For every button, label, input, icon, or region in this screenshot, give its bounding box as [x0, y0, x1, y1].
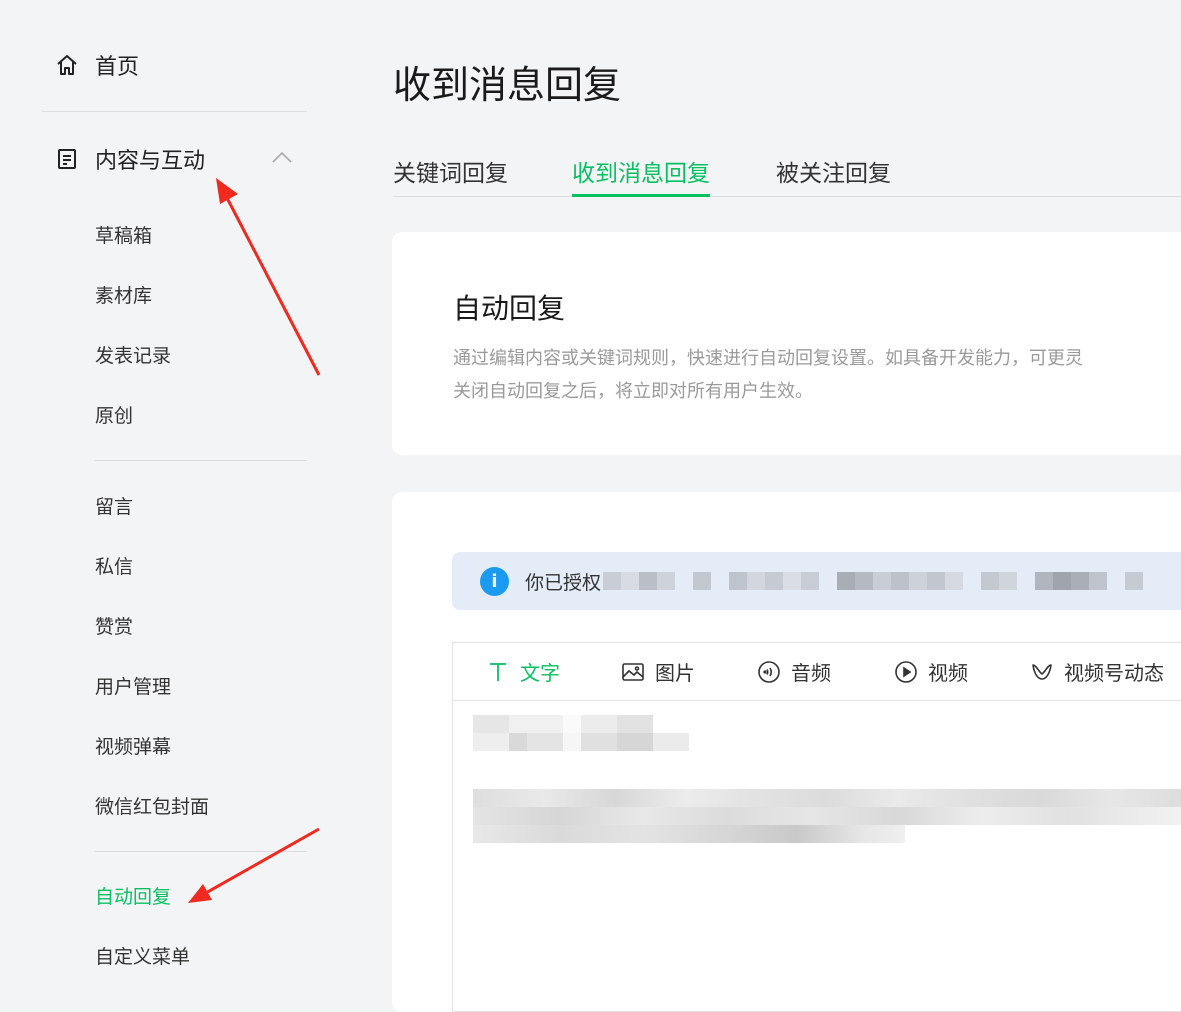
- image-icon: [622, 662, 644, 681]
- sidebar-item-label: 首页: [95, 55, 140, 80]
- sidebar-item-video-danmaku[interactable]: 视频弹幕: [95, 732, 171, 762]
- sidebar-item-messages[interactable]: 私信: [95, 552, 133, 582]
- sidebar-item-materials[interactable]: 素材库: [95, 281, 152, 311]
- sidebar: 首页 内容与互动 草稿箱 素材库 发表记录 原创 留言 私信 赞赏 用户管理 视…: [0, 0, 340, 993]
- sidebar-group-label: 内容与互动: [95, 149, 206, 174]
- editor-tab-label: 音频: [791, 661, 831, 685]
- editor-tab-video[interactable]: 视频: [894, 657, 968, 686]
- sidebar-group-content[interactable]: 内容与互动: [55, 140, 307, 178]
- sidebar-divider: [95, 460, 307, 461]
- notice-text: 你已授权: [525, 571, 602, 594]
- sidebar-divider: [42, 111, 307, 112]
- tab-keyword-reply[interactable]: 关键词回复: [393, 154, 508, 194]
- editor-tab-audio[interactable]: 音频: [757, 657, 831, 686]
- sidebar-item-original[interactable]: 原创: [95, 401, 133, 431]
- editor-tab-image[interactable]: 图片: [621, 657, 695, 686]
- audio-icon: [758, 660, 780, 683]
- sidebar-item-drafts[interactable]: 草稿箱: [95, 221, 152, 251]
- description-line: 通过编辑内容或关键词规则，快速进行自动回复设置。如具备开发能力，可更灵: [453, 348, 1083, 369]
- editor-tab-bar: 文字 图片 音频 视频 视频号动态: [453, 643, 1181, 701]
- sidebar-divider: [95, 851, 307, 852]
- channels-icon: [1032, 663, 1052, 680]
- editor-tab-label: 视频号动态: [1064, 661, 1164, 685]
- auto-reply-info-card: 自动回复 通过编辑内容或关键词规则，快速进行自动回复设置。如具备开发能力，可更灵…: [392, 232, 1181, 455]
- info-icon: i: [480, 566, 509, 596]
- sidebar-item-user-management[interactable]: 用户管理: [95, 672, 171, 702]
- sidebar-item-custom-menu[interactable]: 自定义菜单: [95, 942, 190, 972]
- tab-bar: 关键词回复 收到消息回复 被关注回复: [393, 150, 1181, 197]
- reply-editor: 文字 图片 音频 视频 视频号动态: [452, 642, 1181, 1012]
- redacted-content: [473, 715, 689, 751]
- tab-follow-reply[interactable]: 被关注回复: [776, 154, 891, 194]
- editor-tab-channels[interactable]: 视频号动态: [1030, 657, 1164, 686]
- sidebar-item-comments[interactable]: 留言: [95, 492, 133, 522]
- chevron-up-icon[interactable]: [271, 150, 293, 164]
- card-description: 通过编辑内容或关键词规则，快速进行自动回复设置。如具备开发能力，可更灵 关闭自动…: [453, 342, 1083, 408]
- sidebar-item-red-packet-cover[interactable]: 微信红包封面: [95, 792, 209, 822]
- authorization-notice: i 你已授权: [452, 552, 1181, 610]
- video-icon: [895, 660, 917, 683]
- card-title: 自动回复: [453, 292, 566, 325]
- sidebar-item-publish-records[interactable]: 发表记录: [95, 341, 171, 371]
- sidebar-item-home[interactable]: 首页: [55, 46, 139, 84]
- sidebar-item-auto-reply[interactable]: 自动回复: [95, 882, 171, 912]
- tab-message-reply[interactable]: 收到消息回复: [572, 154, 710, 197]
- editor-tab-label: 图片: [655, 661, 695, 685]
- editor-tab-label: 视频: [928, 661, 968, 685]
- description-line: 关闭自动回复之后，将立即对所有用户生效。: [453, 381, 813, 402]
- redacted-text: [603, 572, 1144, 590]
- text-icon: [490, 662, 506, 681]
- document-icon: [58, 149, 76, 169]
- editor-tab-label: 文字: [520, 661, 560, 685]
- redacted-content: [473, 789, 1181, 843]
- home-icon: [57, 55, 77, 75]
- page-title: 收到消息回复: [393, 63, 622, 107]
- editor-tab-text[interactable]: 文字: [486, 657, 560, 686]
- sidebar-item-rewards[interactable]: 赞赏: [95, 612, 133, 642]
- reply-editor-card: i 你已授权 文字 图片 音频 视频 视频号动态: [392, 492, 1181, 1012]
